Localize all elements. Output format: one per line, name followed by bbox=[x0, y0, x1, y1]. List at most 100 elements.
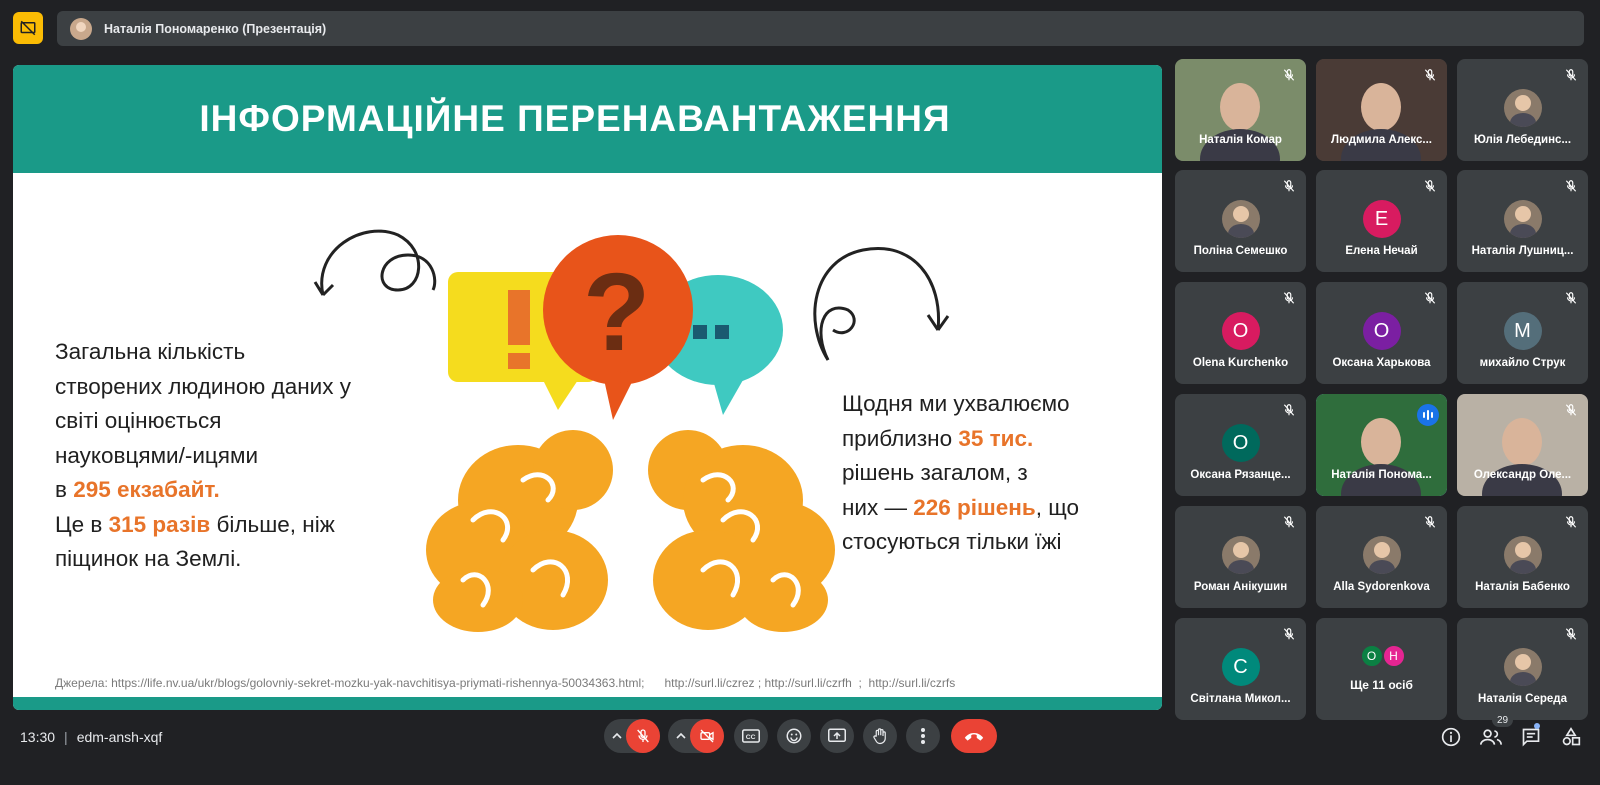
svg-text:?: ? bbox=[583, 251, 650, 374]
participant-tile[interactable]: Е Елена Нечай bbox=[1316, 170, 1447, 272]
avatar: М bbox=[1503, 312, 1542, 350]
participant-tile[interactable]: O Olena Kurchenko bbox=[1175, 282, 1306, 384]
participant-tile[interactable]: Олександр Оле... bbox=[1457, 394, 1588, 496]
more-options-button[interactable] bbox=[906, 719, 940, 753]
mic-options-chevron-icon[interactable] bbox=[606, 719, 628, 753]
presentation-stop-icon[interactable] bbox=[13, 12, 43, 44]
participant-tile[interactable]: Наталія Понома... bbox=[1316, 394, 1447, 496]
mic-off-icon bbox=[1423, 179, 1437, 193]
chat-notification-dot bbox=[1534, 723, 1540, 729]
separator: | bbox=[64, 729, 68, 745]
people-icon bbox=[1480, 729, 1502, 745]
participant-name: Наталія Лушниц... bbox=[1471, 245, 1574, 257]
shapes-icon bbox=[1562, 727, 1581, 746]
avatar: O bbox=[1362, 312, 1401, 350]
participant-name: Поліна Семешко bbox=[1193, 245, 1288, 257]
participant-tile[interactable]: Наталія Комар bbox=[1175, 59, 1306, 161]
presenter-bar[interactable]: Наталія Пономаренко (Презентація) bbox=[57, 11, 1584, 46]
avatar: O bbox=[1221, 312, 1260, 350]
mini-avatar: Н bbox=[1381, 644, 1406, 668]
leave-call-button[interactable] bbox=[951, 719, 997, 753]
mic-off-icon bbox=[1423, 291, 1437, 305]
mic-off-icon bbox=[1564, 515, 1578, 529]
slide-text-line: Це в 315 разів більше, ніж bbox=[55, 508, 415, 543]
mini-avatar: O bbox=[1359, 644, 1384, 668]
participant-name: Елена Нечай bbox=[1345, 245, 1418, 257]
bottom-toolbar: 13:30 | edm-ansh-xqf CC 29 bbox=[0, 713, 1600, 785]
meeting-details-button[interactable] bbox=[1436, 722, 1466, 752]
present-screen-icon bbox=[828, 728, 846, 742]
participant-tile[interactable]: Поліна Семешко bbox=[1175, 170, 1306, 272]
slide-sources: Джерела: https://life.nv.ua/ukr/blogs/go… bbox=[55, 676, 956, 690]
captions-button[interactable]: CC bbox=[734, 719, 768, 753]
chat-icon bbox=[1522, 728, 1540, 747]
slide-footer-bar bbox=[13, 697, 1162, 710]
mic-off-icon bbox=[1564, 68, 1578, 82]
mic-off-icon bbox=[1282, 179, 1296, 193]
more-vert-icon bbox=[921, 728, 925, 744]
chat-button[interactable] bbox=[1516, 722, 1546, 752]
highlight-food-decisions: 226 рішень bbox=[913, 494, 1036, 520]
slide-text-line: них — 226 рішень, що bbox=[842, 491, 1152, 526]
slide-text-line: приблизно 35 тис. bbox=[842, 422, 1152, 457]
avatar bbox=[1362, 536, 1401, 574]
camera-options-chevron-icon[interactable] bbox=[670, 719, 692, 753]
clock-time: 13:30 bbox=[20, 729, 56, 745]
participant-name: Олександр Оле... bbox=[1473, 469, 1572, 481]
participant-tile[interactable]: Роман Анікушин bbox=[1175, 506, 1306, 608]
avatar: O bbox=[1221, 424, 1260, 462]
slide-text-fragment: них — bbox=[842, 494, 914, 520]
highlight-times: 315 разів bbox=[108, 511, 211, 537]
participant-tile[interactable]: Наталія Середа bbox=[1457, 618, 1588, 720]
slide-text-line: світі оцінюється bbox=[55, 408, 222, 433]
slide-text-line: стосуються тільки їжі bbox=[842, 529, 1062, 554]
participant-tile[interactable]: Alla Sydorenkova bbox=[1316, 506, 1447, 608]
participant-name: Наталія Понома... bbox=[1331, 469, 1432, 481]
participant-tile[interactable]: С Світлана Микол... bbox=[1175, 618, 1306, 720]
info-icon bbox=[1441, 727, 1461, 747]
more-participants-tile[interactable]: O Н Ще 11 осіб bbox=[1316, 618, 1447, 720]
participant-name: Юлія Лебединс... bbox=[1473, 134, 1572, 146]
participant-name: Alla Sydorenkova bbox=[1333, 581, 1430, 593]
slide-text-fragment: більше, ніж bbox=[210, 511, 335, 537]
slide-text-line: Щодня ми ухвалюємо bbox=[842, 391, 1070, 416]
avatar bbox=[1221, 536, 1260, 574]
avatar bbox=[1503, 536, 1542, 574]
mic-off-icon bbox=[1564, 627, 1578, 641]
reactions-button[interactable] bbox=[777, 719, 811, 753]
mic-off-icon bbox=[637, 729, 649, 743]
mic-off-icon bbox=[1282, 68, 1296, 82]
slide-text-fragment: в bbox=[55, 477, 74, 502]
present-screen-button[interactable] bbox=[820, 719, 854, 753]
participant-tile[interactable]: Наталія Бабенко bbox=[1457, 506, 1588, 608]
camera-off-icon bbox=[700, 729, 714, 743]
people-button[interactable] bbox=[1476, 722, 1506, 752]
slide-text-fragment: Це в bbox=[55, 511, 109, 537]
mic-off-icon bbox=[1423, 515, 1437, 529]
participant-tile[interactable]: O Оксана Харькова bbox=[1316, 282, 1447, 384]
participant-name: Наталія Комар bbox=[1199, 134, 1282, 146]
slide-text-line: піщинок на Землі. bbox=[55, 546, 242, 571]
participant-tile[interactable]: Людмила Алекс... bbox=[1316, 59, 1447, 161]
mic-off-button[interactable] bbox=[626, 719, 660, 753]
participant-tile[interactable]: O Оксана Рязанце... bbox=[1175, 394, 1306, 496]
hang-up-icon bbox=[964, 733, 984, 741]
mic-off-icon bbox=[1423, 68, 1437, 82]
slide-text-line: рішень загалом, з bbox=[842, 460, 1028, 485]
participant-name: Роман Анікушин bbox=[1193, 581, 1288, 593]
slide-text-fragment: , що bbox=[1035, 494, 1080, 520]
participant-tile[interactable]: Юлія Лебединс... bbox=[1457, 59, 1588, 161]
meeting-info: 13:30 | edm-ansh-xqf bbox=[20, 729, 162, 745]
activities-button[interactable] bbox=[1556, 722, 1586, 752]
camera-off-button[interactable] bbox=[690, 719, 724, 753]
raise-hand-button[interactable] bbox=[863, 719, 897, 753]
mic-off-icon bbox=[1282, 403, 1296, 417]
participant-tile[interactable]: Ммихайло Струк bbox=[1457, 282, 1588, 384]
slide-right-text: Щодня ми ухвалюємо приблизно 35 тис. ріш… bbox=[842, 387, 1152, 560]
highlight-data-volume: 295 екзабайт. bbox=[73, 477, 220, 502]
participant-tile[interactable]: Наталія Лушниц... bbox=[1457, 170, 1588, 272]
participant-name: Наталія Бабенко bbox=[1475, 581, 1570, 593]
more-participants-label: Ще 11 осіб bbox=[1350, 678, 1413, 692]
participant-name: Людмила Алекс... bbox=[1331, 134, 1432, 146]
svg-text:CC: CC bbox=[746, 734, 756, 741]
